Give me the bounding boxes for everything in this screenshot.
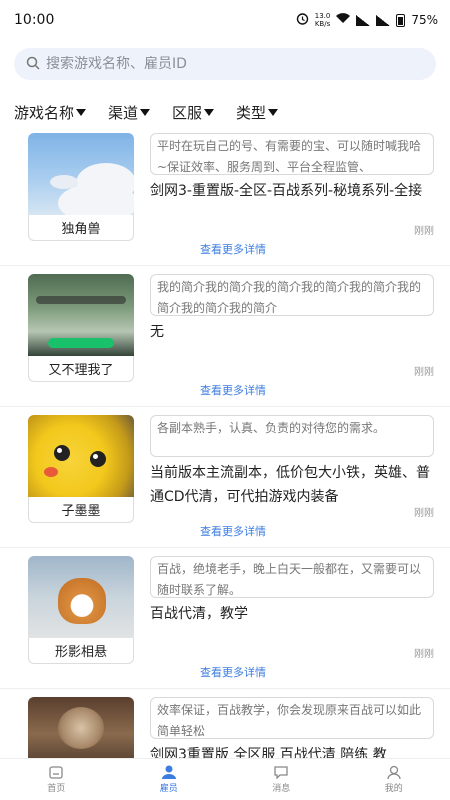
card-content: 各副本熟手，认真、负责的对待您的需求。 当前版本主流副本，低价包大小铁，英雄、普… (150, 415, 434, 539)
employee-list: 独角兽 平时在玩自己的号、有需要的宝、可以随时喊我哈~保证效率、服务周到、平台全… (0, 125, 450, 758)
view-details-link[interactable]: 查看更多详情 (200, 382, 266, 398)
filter-label: 区服 (172, 104, 203, 122)
employee-name: 独角兽 (28, 215, 134, 241)
battery-icon (396, 13, 406, 27)
employee-intro: 我的简介我的简介我的简介我的简介我的简介我的简介我的简介我的简介 (150, 274, 434, 316)
signal-icon (356, 14, 371, 26)
avatar-image (28, 274, 134, 356)
view-details-link[interactable]: 查看更多详情 (200, 241, 266, 257)
battery-level: 75% (411, 13, 438, 27)
employee-card[interactable]: 子墨墨 各副本熟手，认真、负责的对待您的需求。 当前版本主流副本，低价包大小铁，… (0, 407, 450, 548)
search-bar (0, 40, 450, 80)
employee-name: 又不理我了 (28, 356, 134, 382)
message-icon (274, 766, 288, 779)
card-content: 百战，绝境老手，晚上白天一般都在，又需要可以随时联系了解。 百战代清，教学 (150, 556, 434, 680)
wifi-icon (336, 13, 351, 27)
signal-icon-2 (376, 14, 391, 26)
avatar-image (28, 415, 134, 497)
employee-card[interactable]: 独角兽 平时在玩自己的号、有需要的宝、可以随时喊我哈~保证效率、服务周到、平台全… (0, 125, 450, 266)
home-icon (49, 766, 63, 779)
search-box[interactable] (14, 48, 436, 80)
status-time: 10:00 (14, 12, 55, 28)
avatar-column: 独角兽 (28, 133, 134, 257)
search-icon (26, 55, 40, 74)
network-speed-unit: KB/s (314, 20, 331, 28)
tab-label: 我的 (384, 784, 403, 794)
employee-intro: 平时在玩自己的号、有需要的宝、可以随时喊我哈~保证效率、服务周到、平台全程监管、 (150, 133, 434, 175)
network-speed: 13.0 KB/s (315, 12, 331, 28)
filter-channel[interactable]: 渠道 (108, 102, 151, 123)
network-speed-value: 13.0 (314, 12, 331, 20)
employee-card[interactable]: 效率保证，百战教学，你会发现原来百战可以如此简单轻松 剑网3重置版 全区服 百战… (0, 689, 450, 758)
employee-services: 剑网3重置版 全区服 百战代清 陪练 教 (150, 747, 387, 758)
avatar-image (28, 697, 134, 758)
employee-intro: 效率保证，百战教学，你会发现原来百战可以如此简单轻松 (150, 697, 434, 739)
view-details-link[interactable]: 查看更多详情 (200, 664, 266, 680)
tab-mine[interactable]: 我的 (338, 759, 450, 800)
filter-game-name[interactable]: 游戏名称 (14, 102, 87, 123)
filter-label: 渠道 (108, 104, 139, 122)
employee-services: 剑网3-重置版-全区-百战系列-秘境系列-全接 (150, 183, 423, 199)
card-content: 效率保证，百战教学，你会发现原来百战可以如此简单轻松 剑网3重置版 全区服 百战… (150, 697, 434, 758)
avatar-column: 子墨墨 (28, 415, 134, 539)
filter-type[interactable]: 类型 (236, 102, 279, 123)
caret-down-icon (140, 109, 151, 116)
avatar-column: 形影相悬 (28, 556, 134, 680)
employee-intro: 百战，绝境老手，晚上白天一般都在，又需要可以随时联系了解。 (150, 556, 434, 598)
status-icons: 13.0 KB/s 75% (296, 12, 438, 28)
avatar-column (28, 697, 134, 758)
employee-card[interactable]: 形影相悬 百战，绝境老手，晚上白天一般都在，又需要可以随时联系了解。 百战代清，… (0, 548, 450, 689)
avatar-image (28, 133, 134, 215)
filter-label: 游戏名称 (14, 104, 75, 122)
alarm-icon (296, 12, 309, 28)
post-time: 刚刚 (414, 367, 434, 378)
avatar-column: 又不理我了 (28, 274, 134, 398)
person-icon (161, 765, 176, 779)
tab-label: 消息 (272, 784, 291, 794)
filter-label: 类型 (236, 104, 267, 122)
post-time: 刚刚 (414, 508, 434, 519)
tab-employees[interactable]: 雇员 (113, 759, 226, 800)
employee-services: 当前版本主流副本，低价包大小铁，英雄、普通CD代清，可代拍游戏内装备 (150, 465, 430, 505)
post-time: 刚刚 (414, 226, 434, 237)
card-content: 我的简介我的简介我的简介我的简介我的简介我的简介我的简介我的简介 无 (150, 274, 434, 398)
tab-label: 首页 (47, 784, 66, 794)
bottom-tab-bar: 首页 雇员 消息 我的 (0, 758, 450, 800)
caret-down-icon (204, 109, 215, 116)
profile-icon (387, 765, 401, 779)
search-input[interactable] (46, 56, 424, 72)
tab-label: 雇员 (159, 784, 178, 794)
caret-down-icon (76, 109, 87, 116)
filter-server[interactable]: 区服 (172, 102, 215, 123)
employee-services: 百战代清，教学 (150, 606, 248, 622)
post-time: 刚刚 (414, 649, 434, 660)
employee-card[interactable]: 又不理我了 我的简介我的简介我的简介我的简介我的简介我的简介我的简介我的简介 无… (0, 266, 450, 407)
employee-intro: 各副本熟手，认真、负责的对待您的需求。 (150, 415, 434, 457)
tab-home[interactable]: 首页 (0, 759, 113, 800)
employee-name: 子墨墨 (28, 497, 134, 523)
employee-name: 形影相悬 (28, 638, 134, 664)
view-details-link[interactable]: 查看更多详情 (200, 523, 266, 539)
employee-services: 无 (150, 324, 164, 340)
status-bar: 10:00 13.0 KB/s 75% (0, 0, 450, 40)
caret-down-icon (268, 109, 279, 116)
avatar-image (28, 556, 134, 638)
card-content: 平时在玩自己的号、有需要的宝、可以随时喊我哈~保证效率、服务周到、平台全程监管、… (150, 133, 434, 257)
tab-messages[interactable]: 消息 (225, 759, 338, 800)
